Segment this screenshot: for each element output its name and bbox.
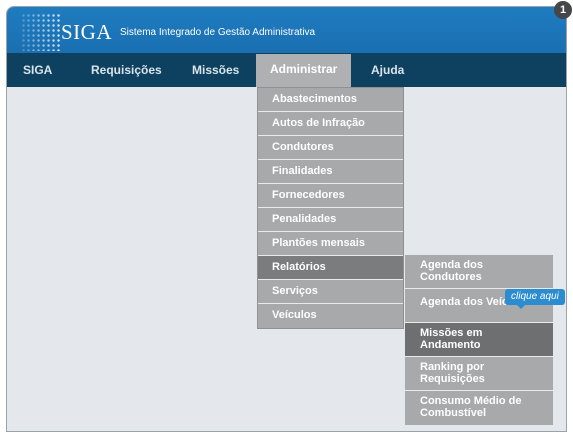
nav-administrar[interactable]: Administrar <box>256 54 352 87</box>
header-banner: SIGA Sistema Integrado de Gestão Adminis… <box>7 7 566 53</box>
nav-siga[interactable]: SIGA <box>23 53 52 87</box>
menu-item-plantoes-mensais[interactable]: Plantões mensais <box>258 232 403 256</box>
submenu-item-consumo-medio[interactable]: Consumo Médio de Combustível <box>405 391 553 425</box>
nav-requisicoes[interactable]: Requisições <box>91 53 162 87</box>
administrar-dropdown: Abastecimentos Autos de Infração Conduto… <box>257 87 404 329</box>
nav-ajuda[interactable]: Ajuda <box>371 53 404 87</box>
menu-item-penalidades[interactable]: Penalidades <box>258 208 403 232</box>
menu-item-veiculos[interactable]: Veículos <box>258 304 403 328</box>
menu-item-servicos[interactable]: Serviços <box>258 280 403 304</box>
menu-item-fornecedores[interactable]: Fornecedores <box>258 184 403 208</box>
logo-dots-graphic <box>21 13 61 51</box>
click-here-tooltip: clique aqui <box>505 289 565 309</box>
menu-item-abastecimentos[interactable]: Abastecimentos <box>258 88 403 112</box>
submenu-item-ranking-requisicoes[interactable]: Ranking por Requisições <box>405 357 553 391</box>
menu-item-autos-de-infracao[interactable]: Autos de Infração <box>258 112 403 136</box>
menu-item-finalidades[interactable]: Finalidades <box>258 160 403 184</box>
logo[interactable]: SIGA <box>61 20 112 45</box>
relatorios-submenu: Agenda dos Condutores Agenda dos Veículo… <box>405 255 553 425</box>
nav-missoes[interactable]: Missões <box>192 53 239 87</box>
menu-item-condutores[interactable]: Condutores <box>258 136 403 160</box>
main-navbar: SIGA Requisições Missões Administrar Aju… <box>7 53 566 87</box>
step-badge: 1 <box>554 1 572 19</box>
app-window: SIGA Sistema Integrado de Gestão Adminis… <box>6 6 567 432</box>
submenu-item-agenda-condutores[interactable]: Agenda dos Condutores <box>405 255 553 289</box>
system-name: Sistema Integrado de Gestão Administrati… <box>120 27 316 38</box>
submenu-item-missoes-em-andamento[interactable]: Missões em Andamento <box>405 323 553 357</box>
menu-item-relatorios[interactable]: Relatórios <box>258 256 403 280</box>
